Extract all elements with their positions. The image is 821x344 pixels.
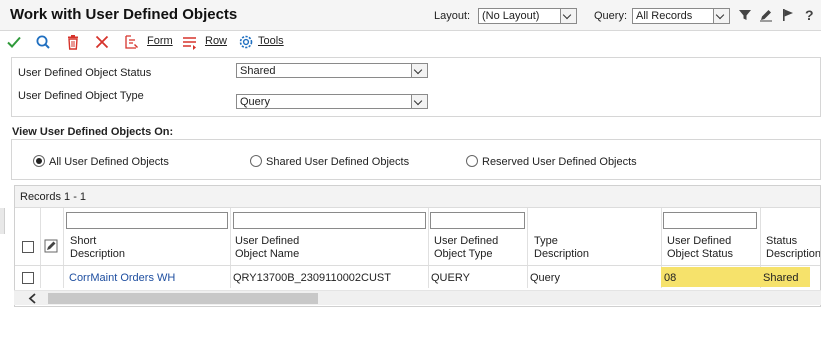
scroll-left-icon[interactable] — [28, 293, 38, 304]
query-select-value: All Records — [636, 10, 693, 22]
help-icon[interactable]: ? — [805, 7, 814, 23]
status-select-value: Shared — [240, 65, 276, 77]
chevron-down-icon — [713, 9, 729, 23]
chevron-down-icon — [411, 95, 427, 108]
filter-object-name[interactable] — [233, 212, 426, 229]
toolbar: Form Row Tools — [0, 31, 821, 53]
chevron-down-icon — [560, 9, 576, 23]
records-bar: Records 1 - 1 — [15, 186, 820, 208]
radio-all-objects[interactable] — [33, 155, 45, 167]
filter-object-type[interactable] — [430, 212, 525, 229]
filter-icon[interactable] — [738, 8, 752, 22]
edit-grid-icon[interactable] — [44, 239, 58, 253]
filter-short-description[interactable] — [66, 212, 228, 229]
type-label: User Defined Object Type — [18, 90, 144, 102]
header-object-status[interactable]: User Defined Object Status — [667, 235, 733, 261]
form-icon[interactable] — [124, 34, 140, 50]
radio-all-objects-label[interactable]: All User Defined Objects — [49, 156, 169, 168]
row-menu[interactable]: Row — [205, 35, 227, 47]
status-select[interactable]: Shared — [236, 63, 428, 78]
layout-label: Layout: — [434, 10, 471, 22]
title-bar: Work with User Defined Objects Layout: (… — [0, 0, 821, 31]
header-line: Object Status — [667, 248, 734, 260]
query-select[interactable]: All Records — [632, 8, 730, 24]
header-line: User Defined — [667, 235, 732, 247]
splitter-handle[interactable] — [0, 208, 5, 234]
search-icon[interactable] — [35, 34, 51, 50]
delete-icon[interactable] — [65, 34, 81, 50]
records-count: Records 1 - 1 — [20, 191, 87, 203]
header-status-description[interactable]: Status Description — [766, 235, 821, 261]
header-line: Description — [766, 248, 821, 260]
check-icon[interactable] — [6, 34, 22, 50]
layout-select[interactable]: (No Layout) — [478, 8, 577, 24]
edit-icon[interactable] — [759, 8, 773, 22]
chevron-down-icon — [411, 64, 427, 77]
cell-object-type: QUERY — [431, 272, 470, 284]
type-select-value: Query — [240, 96, 270, 108]
header-line: User Defined — [235, 235, 300, 247]
query-label: Query: — [594, 10, 628, 22]
layout-select-value: (No Layout) — [482, 10, 540, 22]
row-checkbox[interactable] — [22, 272, 34, 284]
cell-short-description[interactable]: CorrMaint Orders WH — [69, 272, 175, 284]
filter-panel: User Defined Object Status Shared User D… — [11, 57, 821, 117]
header-divider — [15, 265, 820, 266]
cell-status-description: Shared — [763, 272, 799, 284]
cell-type-description: Query — [530, 272, 560, 284]
column-divider — [527, 208, 528, 288]
radio-shared-objects-label[interactable]: Shared User Defined Objects — [266, 156, 409, 168]
scroll-thumb[interactable] — [48, 293, 318, 304]
column-divider — [63, 208, 64, 288]
close-icon[interactable] — [94, 34, 110, 50]
type-select[interactable]: Query — [236, 94, 428, 109]
filter-object-status[interactable] — [663, 212, 757, 229]
form-menu[interactable]: Form — [147, 35, 173, 47]
header-line: Object Name — [235, 248, 300, 260]
radio-shared-objects[interactable] — [250, 155, 262, 167]
header-line: Status — [766, 235, 798, 247]
header-line: Short — [70, 235, 97, 247]
row-icon[interactable] — [182, 34, 198, 50]
results-grid: Records 1 - 1 Short Description User Def… — [14, 185, 821, 307]
tools-menu[interactable]: Tools — [258, 35, 284, 47]
horizontal-scrollbar[interactable] — [14, 290, 821, 305]
header-object-type[interactable]: User Defined Object Type — [434, 235, 498, 261]
column-divider — [230, 208, 231, 288]
select-all-checkbox[interactable] — [22, 241, 34, 253]
column-divider — [428, 208, 429, 288]
radio-reserved-objects[interactable] — [466, 155, 478, 167]
header-type-description[interactable]: Type Description — [534, 235, 589, 261]
cell-object-name: QRY13700B_2309110002CUST — [233, 272, 391, 284]
status-label: User Defined Object Status — [18, 67, 152, 79]
column-divider — [40, 208, 41, 288]
cell-object-status: 08 — [664, 272, 677, 284]
header-line: Description — [70, 248, 126, 260]
header-line: Object Type — [434, 248, 493, 260]
header-line: Type — [534, 235, 558, 247]
page-title: Work with User Defined Objects — [10, 6, 238, 23]
view-heading: View User Defined Objects On: — [12, 126, 174, 138]
radio-reserved-objects-label[interactable]: Reserved User Defined Objects — [482, 156, 637, 168]
view-panel: All User Defined Objects Shared User Def… — [11, 139, 821, 180]
tools-gear-icon[interactable] — [238, 34, 254, 50]
header-object-name[interactable]: User Defined Object Name — [235, 235, 299, 261]
header-line: User Defined — [434, 235, 499, 247]
flag-icon[interactable] — [781, 8, 795, 22]
header-short-description[interactable]: Short Description — [70, 235, 125, 261]
header-line: Description — [534, 248, 590, 260]
